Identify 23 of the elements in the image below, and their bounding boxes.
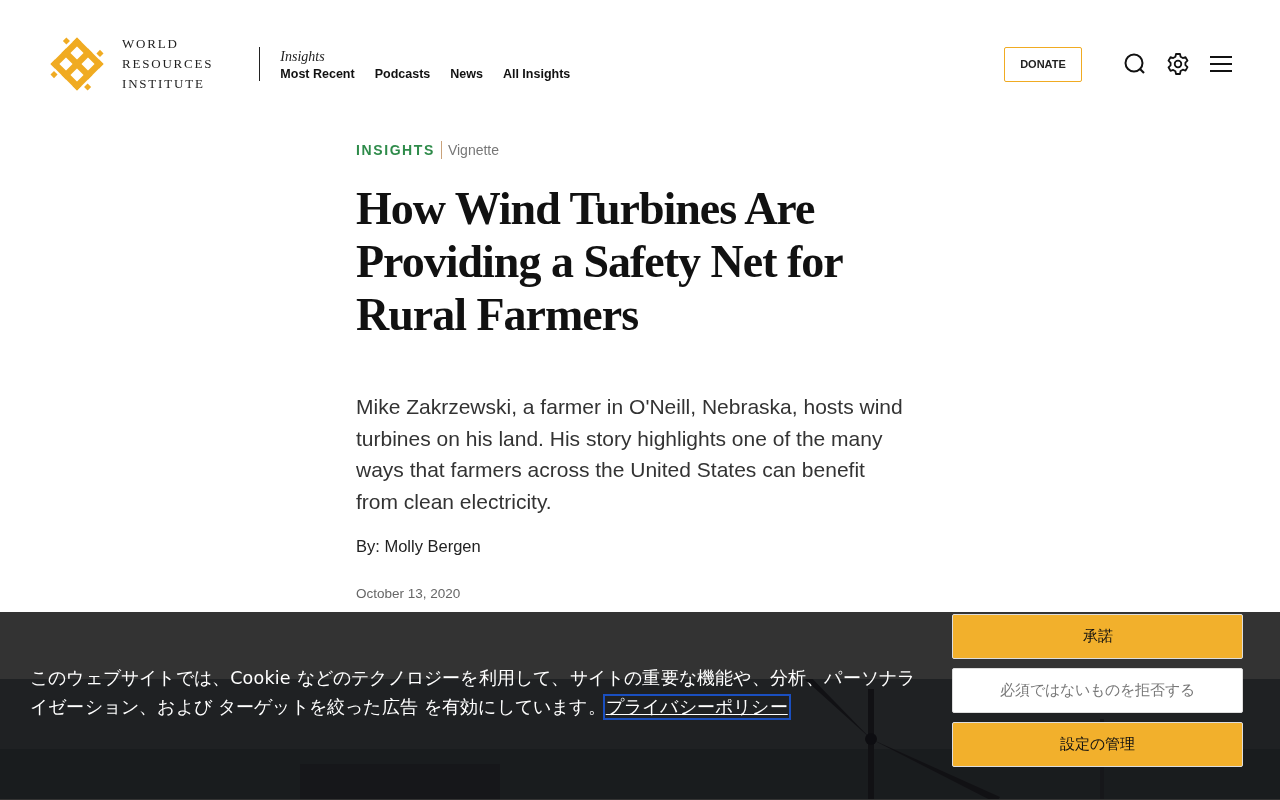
woven-diamond-icon	[48, 35, 106, 93]
cookie-button[interactable]: 設定の管理	[952, 722, 1243, 767]
settings-icon[interactable]	[1166, 52, 1190, 76]
cookie-notice: このウェブサイトでは、Cookie などのテクノロジーを利用して、サイトの重要な機能や、分析、パーソナライゼーション、および ターゲットを絞った広告 を有効にしています。プライバシーポリシー	[30, 664, 922, 800]
cookie-button[interactable]: 承諾	[952, 614, 1243, 659]
byline: By: Molly Bergen	[356, 537, 482, 556]
nav-link[interactable]: Most Recent	[280, 67, 355, 81]
nav-link[interactable]: Podcasts	[374, 67, 431, 81]
logo-link[interactable]: WORLD RESOURCES INSTITUTE	[48, 34, 214, 94]
category-label: INSIGHTS	[356, 142, 435, 158]
nav-link[interactable]: All Insights	[502, 67, 571, 81]
article-type: Vignette	[447, 142, 500, 158]
logo-wordmark: WORLD RESOURCES INSTITUTE	[122, 35, 214, 93]
article-summary: Mike Zakrzewski, a farmer in O'Neill, Nebraska, hosts wind turbines on his land. His story highlights one of the many ways that farmers across the United States can benefit from clean electricity.	[356, 394, 904, 515]
section-label: Insights	[280, 49, 325, 65]
menu-icon[interactable]	[1210, 55, 1232, 73]
reject-button[interactable]: 必須ではないものを拒否する	[952, 668, 1243, 713]
privacy-policy-link[interactable]: プライバシーポリシー	[605, 697, 788, 717]
article-title: How Wind Turbines Are Providing a Safety Net for Rural Farmers	[356, 182, 844, 341]
nav-link[interactable]: News	[450, 67, 483, 81]
publish-date: October 13, 2020	[356, 586, 462, 601]
donate-button[interactable]: DONATE	[1004, 46, 1082, 82]
search-icon[interactable]	[1124, 53, 1146, 75]
